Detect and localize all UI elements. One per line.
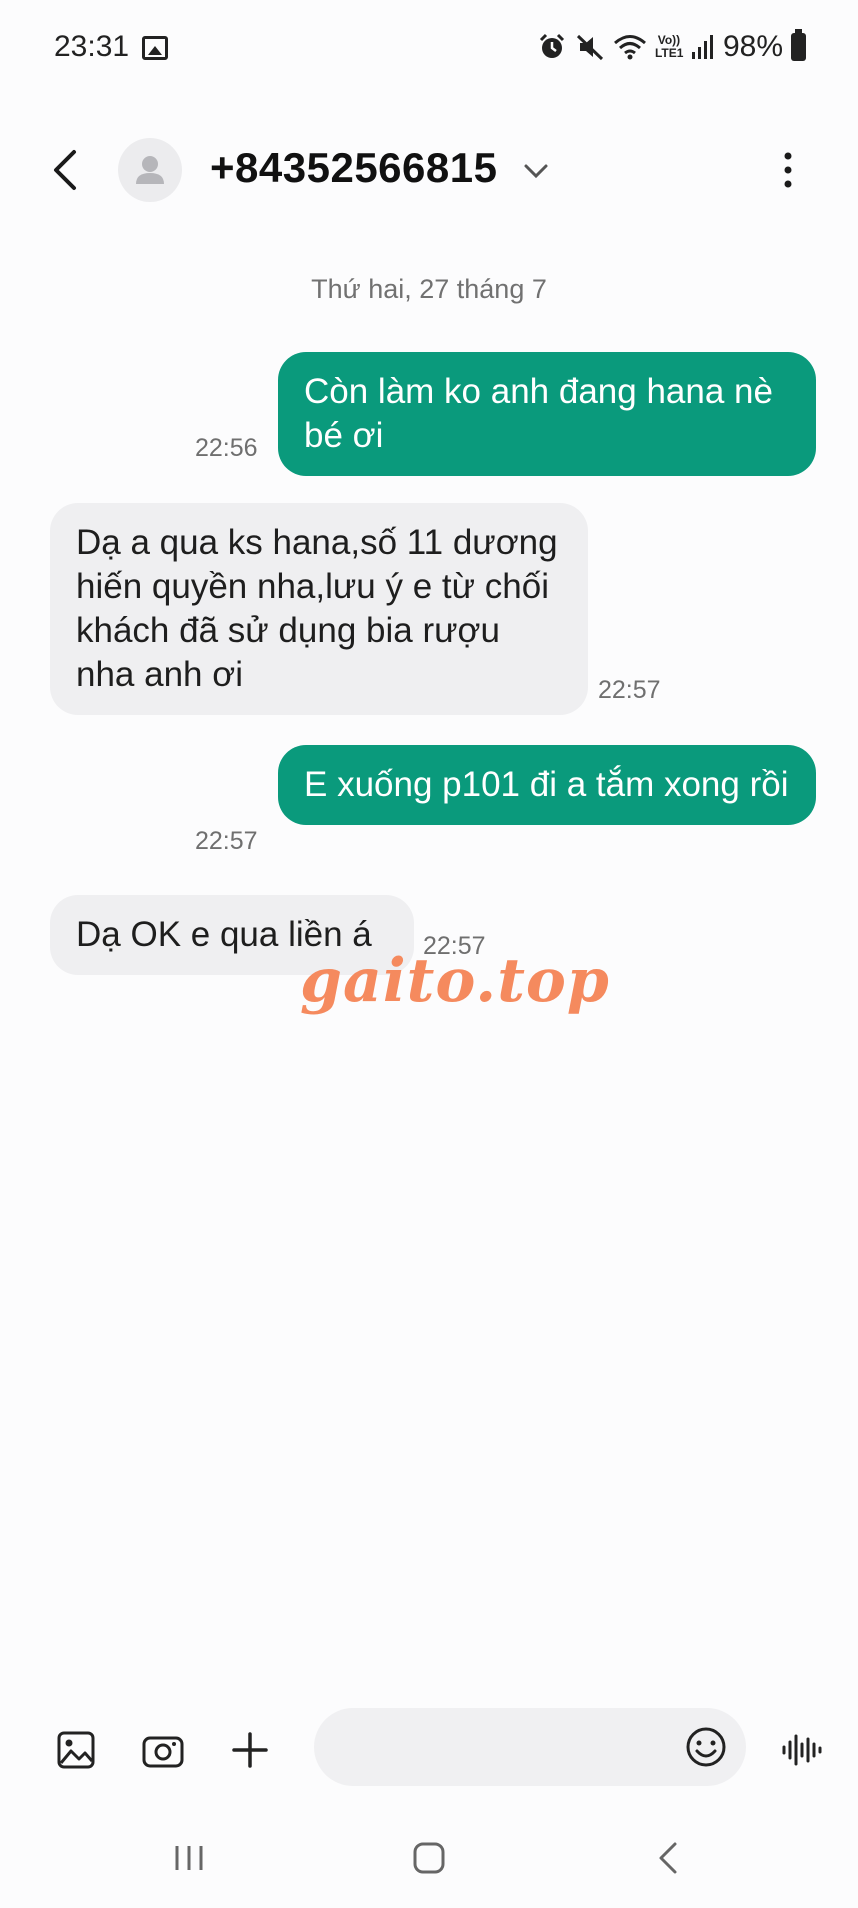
navigation-bar [0, 1820, 858, 1900]
home-button[interactable] [394, 1828, 464, 1888]
outgoing-message[interactable]: E xuống p101 đi a tắm xong rồi [278, 745, 816, 825]
system-back-button[interactable] [634, 1828, 704, 1888]
emoji-icon [686, 1727, 726, 1767]
status-bar: 23:31 Vo)) LTE1 98% [0, 0, 858, 100]
volte-indicator: Vo)) LTE1 [654, 33, 684, 60]
camera-button[interactable] [133, 1720, 193, 1780]
battery-icon [791, 29, 806, 61]
back-button[interactable] [40, 138, 92, 202]
back-icon [659, 1842, 677, 1874]
add-attachment-button[interactable] [220, 1720, 280, 1780]
recents-button[interactable] [154, 1828, 224, 1888]
camera-icon [142, 1736, 184, 1768]
message-time: 22:57 [598, 676, 661, 704]
contact-title[interactable]: +84352566815 [210, 144, 497, 192]
message-text: Còn làm ko anh đang hana nè bé ơi [304, 372, 773, 455]
gallery-icon [57, 1731, 95, 1769]
message-time: 22:56 [195, 434, 258, 462]
home-icon [413, 1842, 445, 1874]
message-text: Dạ a qua ks hana,số 11 dương hiến quyền … [76, 523, 558, 694]
attach-image-button[interactable] [46, 1720, 106, 1780]
emoji-button[interactable] [680, 1721, 732, 1773]
more-vertical-icon [784, 152, 792, 188]
message-time: 22:57 [195, 827, 258, 855]
chevron-left-icon [54, 150, 76, 190]
plus-icon [232, 1732, 268, 1768]
person-icon [136, 156, 164, 184]
expand-contact-button[interactable] [520, 158, 552, 184]
voice-input-button[interactable] [772, 1720, 832, 1780]
watermark: gaito.top [300, 946, 610, 1016]
more-options-button[interactable] [770, 140, 806, 200]
outgoing-message[interactable]: Còn làm ko anh đang hana nè bé ơi [278, 352, 816, 476]
message-input[interactable] [314, 1708, 746, 1786]
date-separator: Thứ hai, 27 tháng 7 [311, 274, 547, 304]
image-icon [142, 36, 168, 60]
alarm-icon [539, 33, 565, 58]
conversation-header: +84352566815 [0, 120, 858, 220]
avatar[interactable] [118, 138, 182, 202]
status-time: 23:31 [54, 30, 130, 63]
signal-icon [691, 35, 713, 59]
battery-percent: 98% [722, 30, 783, 63]
recents-icon [175, 1846, 203, 1870]
mute-icon [576, 34, 603, 61]
voice-wave-icon [782, 1734, 822, 1766]
incoming-message[interactable]: Dạ a qua ks hana,số 11 dương hiến quyền … [50, 503, 588, 715]
chevron-down-icon [524, 164, 548, 179]
status-icons: Vo)) LTE1 98% [537, 29, 806, 64]
message-text: E xuống p101 đi a tắm xong rồi [304, 765, 789, 804]
wifi-icon [613, 35, 646, 60]
compose-bar [0, 1708, 858, 1792]
